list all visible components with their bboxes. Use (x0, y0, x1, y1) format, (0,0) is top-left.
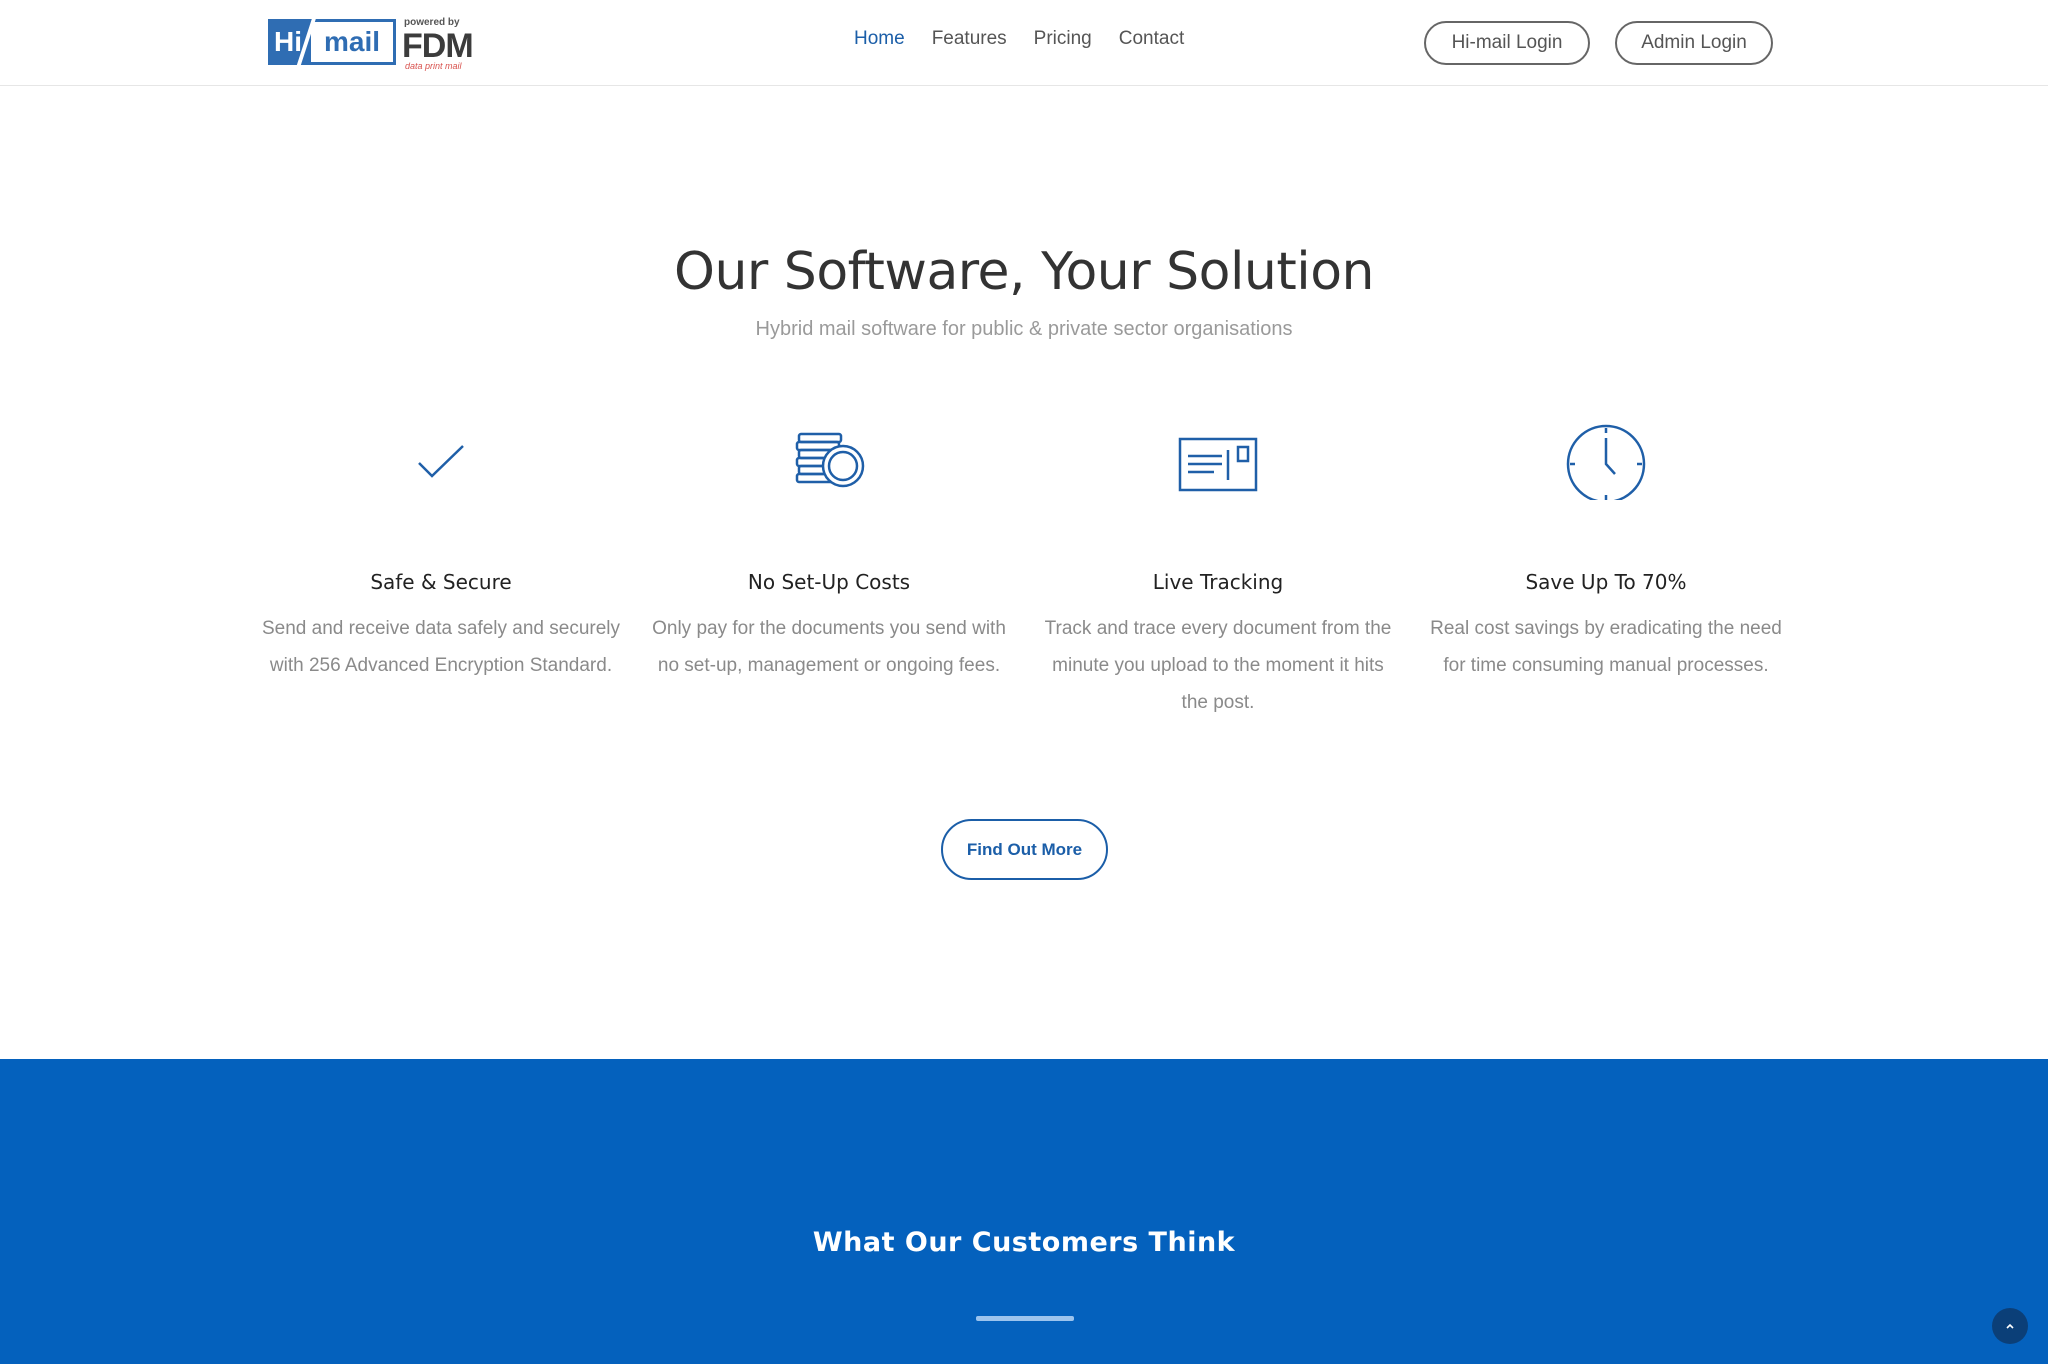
scroll-to-top-button[interactable] (1992, 1308, 2028, 1344)
site-header: Hi mail powered by FDM data print mail H… (0, 0, 2048, 86)
feature-title: No Set-Up Costs (747, 570, 911, 594)
nav-pricing[interactable]: Pricing (1034, 28, 1092, 50)
clock-icon (1566, 424, 1646, 500)
feature-title: Save Up To 70% (1525, 570, 1687, 594)
checkmark-icon (418, 445, 464, 478)
find-out-more-button[interactable]: Find Out More (941, 819, 1108, 880)
title-underline (976, 1316, 1074, 1321)
admin-login-button[interactable]: Admin Login (1615, 21, 1773, 65)
testimonials-title: What Our Customers Think (812, 1227, 1236, 1258)
nav-features[interactable]: Features (932, 28, 1007, 50)
nav-home[interactable]: Home (854, 28, 905, 50)
feature-text: Real cost savings by eradicating the nee… (1430, 618, 1782, 676)
hero-title: Our Software, Your Solution (674, 242, 1374, 302)
coins-icon (795, 432, 865, 488)
feature-text: Send and receive data safely and securel… (261, 618, 621, 676)
logo-mail: mail (308, 19, 396, 65)
nav-contact[interactable]: Contact (1119, 28, 1184, 50)
main-nav: Home Features Pricing Contact (854, 28, 1184, 50)
feature-title: Safe & Secure (370, 570, 512, 594)
postcard-icon (1178, 437, 1258, 492)
chevron-up-icon (2006, 1323, 2014, 1329)
feature-text: Only pay for the documents you send with… (652, 618, 1006, 676)
hero-subtitle: Hybrid mail software for public & privat… (755, 318, 1293, 340)
himail-logo[interactable]: Hi mail powered by FDM data print mail (268, 17, 474, 71)
himail-login-button[interactable]: Hi-mail Login (1424, 21, 1590, 65)
feature-text: Track and trace every document from the … (1044, 618, 1392, 713)
testimonials-section: What Our Customers Think (0, 1059, 2048, 1364)
logo-tagline: data print mail (405, 61, 462, 71)
feature-title: Live Tracking (1152, 570, 1284, 594)
